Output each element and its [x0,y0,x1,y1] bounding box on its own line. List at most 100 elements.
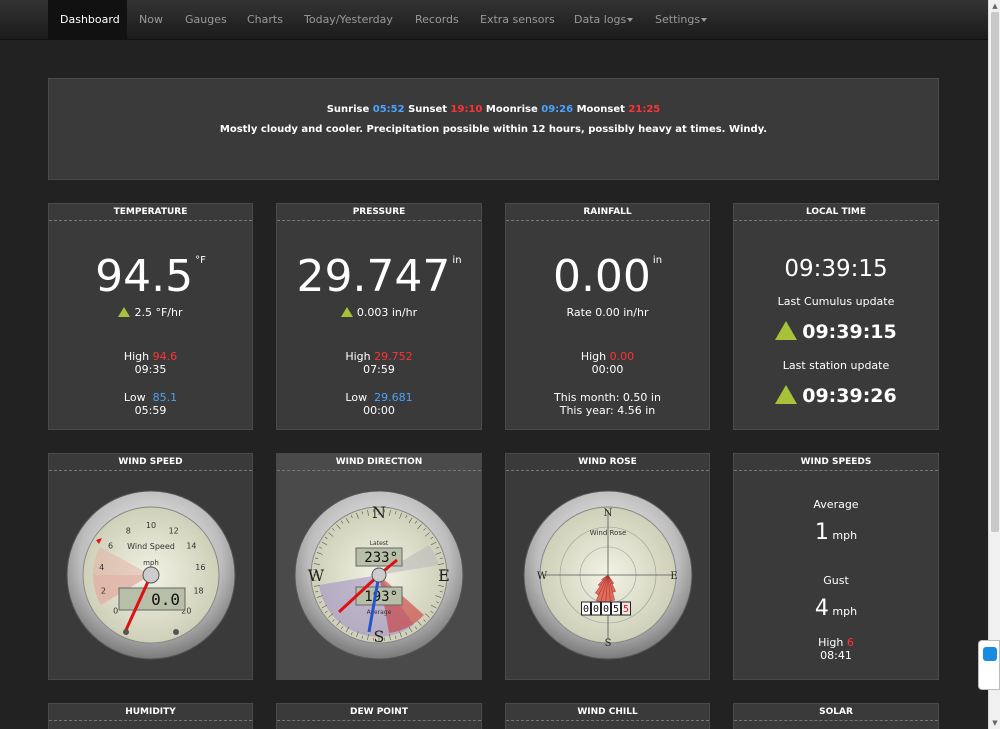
panel-title: TEMPERATURE [49,204,252,221]
average-wind-label: Average [813,498,859,511]
moonset-time: 21:25 [628,104,661,115]
high-label: High [580,350,607,363]
high-label: High [345,350,371,363]
pressure-high-time: 07:59 [363,363,395,376]
nav-charts[interactable]: Charts [235,0,295,39]
temperature-low-time: 05:59 [134,404,167,417]
rainfall-month: This month: 0.50 in [554,391,661,404]
windrose-panel: WIND ROSE N S E W Wind Rose 00055 [505,453,710,680]
low-value: 29.681 [374,391,413,404]
temperature-high: High 94.6 [49,350,252,363]
dropdown-caret-icon [701,18,708,22]
rainfall-rate: Rate 0.00 in/hr [566,306,649,319]
high-label: High [818,636,844,649]
rose-n: N [604,508,613,519]
rainfall-number: 0.00 [552,251,651,302]
forecast-text: Mostly cloudy and cooler. Precipitation … [219,124,768,135]
sunrise-label: Sunrise [326,104,370,115]
windspeeds-panel: WIND SPEEDS Average 1 mph Gust 4 mph Hig… [733,453,939,680]
nav-data-logs[interactable]: Data logs [562,0,645,39]
panel-title: WIND ROSE [506,454,709,471]
temperature-trend-text: 2.5 °F/hr [134,306,183,319]
gust-value: 4 [814,596,829,621]
scroll-up-arrow-icon[interactable]: ▲ [989,0,1000,12]
latest-label: Latest [370,540,389,547]
low-label: Low [345,391,368,404]
moonrise-label: Moonrise [485,104,538,115]
compass-w: W [308,566,325,585]
rose-e: E [670,571,677,582]
gauge-tick-label: 12 [169,526,179,535]
nav-settings[interactable]: Settings [643,0,719,39]
compass-s: S [374,627,385,646]
panel-title: PRESSURE [277,204,481,221]
nav-extra-sensors[interactable]: Extra sensors [468,0,567,39]
rose-w: W [537,571,548,582]
rainfall-value: 0.00 in [506,251,709,302]
wind-rose-chart: N S E W Wind Rose 00055 [523,490,693,660]
pressure-trend-text: 0.003 in/hr [356,306,418,319]
compass-hub [371,567,387,583]
pressure-low-time: 00:00 [363,404,395,417]
rainfall-panel: RAINFALL 0.00 in Rate 0.00 in/hr High 0.0… [505,203,710,430]
temperature-low: Low 85.1 [49,391,252,404]
gauge-tick-label: 0 [113,606,118,615]
pressure-panel: PRESSURE 29.747 in 0.003 in/hr High 29.75… [276,203,482,430]
trend-up-icon [118,307,131,317]
temperature-panel: TEMPERATURE 94.5 °F 2.5 °F/hr High 94.6 0… [48,203,253,430]
scroll-thumb[interactable] [991,12,999,532]
panel-title: SOLAR [734,704,938,721]
gauge-hub [142,566,160,584]
gauge-min-pin [123,629,129,635]
panel-title: LOCAL TIME [734,204,938,221]
last-cumulus-time: 09:39:15 [802,321,897,343]
sun-moon-times: Sunrise 05:52 Sunset 19:10 Moonrise 09:2… [49,104,938,115]
panel-title: WIND DIRECTION [277,454,481,471]
page-scrollbar[interactable]: ▲ ▼ [988,0,1000,729]
temperature-value: 94.5 °F [49,251,252,302]
odometer-digit: 5 [623,604,629,615]
nav-dashboard[interactable]: Dashboard [48,0,127,39]
rainfall-high: High 0.00 [506,350,709,363]
last-station-label: Last station update [782,359,890,372]
scroll-down-arrow-icon[interactable]: ▼ [989,717,1000,729]
nav-data-logs-label: Data logs [574,13,627,26]
sunset-time: 19:10 [450,104,483,115]
pressure-trend: 0.003 in/hr [277,306,481,319]
gauge-unit: mph [143,559,159,567]
odometer-digit: 0 [583,604,589,615]
odometer-digit: 0 [603,604,609,615]
nav-gauges[interactable]: Gauges [173,0,239,39]
trend-up-icon [340,307,353,317]
trend-up-icon [775,385,798,404]
panel-title: HUMIDITY [49,704,252,721]
nav-today-yesterday[interactable]: Today/Yesterday [292,0,405,39]
chat-widget-icon [983,647,997,661]
sunrise-time: 05:52 [372,104,405,115]
nav-records[interactable]: Records [403,0,471,39]
gust-unit: mph [832,605,858,618]
last-cumulus-update: 09:39:15 [734,321,938,343]
gauge-tick-label: 10 [146,521,156,530]
compass-n: N [372,503,386,522]
average-value: 193° [364,589,398,605]
local-time-value: 09:39:15 [784,256,888,282]
rainfall-high-time: 00:00 [591,363,624,376]
high-value: 6 [846,636,854,649]
odometer-digit: 0 [593,604,599,615]
average-label: Average [367,609,392,616]
gust-label: Gust [823,574,849,587]
high-value: 94.6 [152,350,178,363]
nav-now[interactable]: Now [127,0,175,39]
pressure-value: 29.747 in [277,251,481,302]
gust-wind: 4 mph [734,596,938,621]
side-tab-widget[interactable] [978,640,1000,690]
temperature-number: 94.5 [95,251,194,302]
pressure-high: High 29.752 [277,350,481,363]
temperature-trend: 2.5 °F/hr [49,306,252,319]
high-value: 0.00 [609,350,635,363]
wind-speed-gauge: 02468101214161820 Wind Speed mph 0.0 [66,490,236,660]
low-label: Low [123,391,146,404]
compass-e: E [438,566,450,585]
high-label: High [123,350,150,363]
